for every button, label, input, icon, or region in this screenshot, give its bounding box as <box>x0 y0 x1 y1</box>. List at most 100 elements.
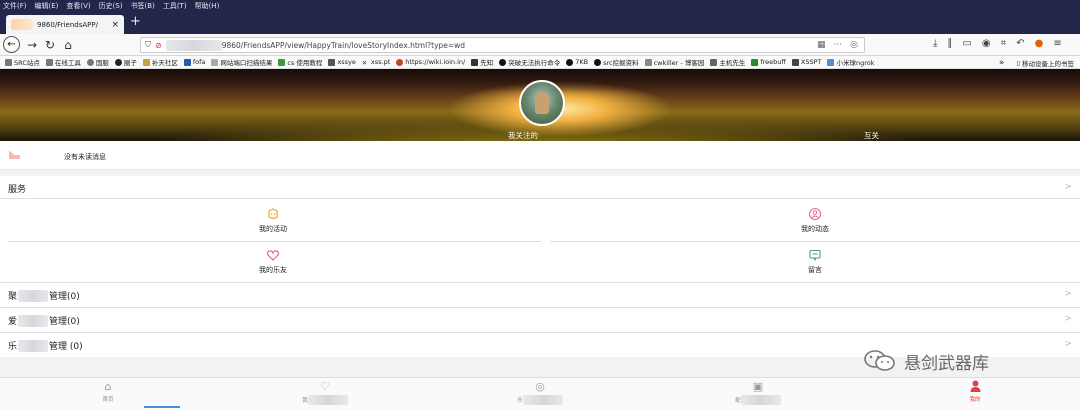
bookmark-item[interactable]: 国服 <box>86 57 109 67</box>
image-icon: ▣ <box>752 380 764 393</box>
home-icon: ⌂ <box>104 380 112 393</box>
user-icon <box>970 380 981 394</box>
avatar[interactable] <box>519 80 565 126</box>
menu-tools[interactable]: 工具(T) <box>163 1 187 11</box>
management-row-2[interactable]: 爱 管理(0) > <box>0 307 1080 332</box>
undo-icon[interactable]: ↶ <box>1016 38 1024 49</box>
reader-view-icon[interactable]: ◎ <box>850 40 858 50</box>
butian-icon <box>142 58 150 66</box>
back-icon[interactable]: ← <box>3 36 20 53</box>
fofa-icon <box>183 58 191 66</box>
management-label: 乐 管理 (0) <box>8 339 83 352</box>
bookmark-item[interactable]: 圈子 <box>114 57 137 67</box>
management-suffix: 管理 (0) <box>49 342 83 352</box>
browser-menubar: 文件(F) 编辑(E) 查看(V) 历史(S) 书签(B) 工具(T) 帮助(H… <box>0 0 1080 12</box>
github-icon <box>566 58 574 66</box>
menu-history[interactable]: 历史(S) <box>99 1 123 11</box>
menu-help[interactable]: 帮助(H) <box>195 1 220 11</box>
firefox-icon[interactable]: ● <box>1035 38 1044 49</box>
services-row[interactable]: 服务 > <box>0 176 1080 199</box>
chevron-right-icon: > <box>1064 314 1072 324</box>
qr-code-icon[interactable]: ▦ <box>817 40 826 50</box>
bottom-tab-label: 乐 <box>517 398 523 404</box>
bookmark-item[interactable]: 先知 <box>471 57 493 67</box>
bookmark-item[interactable]: 小米球ngrok <box>827 57 875 67</box>
mutual-label[interactable]: 互关 <box>864 130 879 141</box>
bookmark-item[interactable]: freebuff <box>751 58 786 66</box>
screenshot-icon[interactable]: ⌗ <box>1001 38 1007 49</box>
shield-icon: ⛉ <box>145 40 151 49</box>
bookmark-item[interactable]: ✕ xss.pt <box>362 58 390 67</box>
bottom-tab-love[interactable]: ♡ 我 <box>285 380 365 405</box>
bottom-tab-fun[interactable]: ◎ 乐 <box>500 380 580 405</box>
following-label[interactable]: 我关注的 <box>508 130 538 141</box>
bottom-tab-home[interactable]: ⌂ 首页 <box>68 380 148 403</box>
bookmark-item[interactable]: src挖掘资料 <box>594 57 639 67</box>
browser-tools: ⤓ ∥ ▭ ◉ ⌗ ↶ ● ≡ <box>933 38 1062 49</box>
heart-outline-icon: ♡ <box>320 380 330 393</box>
mobile-bookmarks[interactable]: ▯ 移动设备上的书签 <box>1016 58 1074 68</box>
bookmark-item[interactable]: 网站端口扫描结果 <box>211 57 272 67</box>
bookmark-item[interactable]: cwkiller - 博客园 <box>644 57 704 67</box>
bookmark-item[interactable]: 主机先生 <box>710 57 745 67</box>
bookmark-item[interactable]: cs 使用教程 <box>278 57 322 67</box>
menu-bookmarks[interactable]: 书签(B) <box>131 1 155 11</box>
account-icon[interactable]: ◉ <box>982 38 991 49</box>
menu-file[interactable]: 文件(F) <box>3 1 27 11</box>
management-label: 聚 管理(0) <box>8 289 80 302</box>
scroll-indicator <box>144 406 180 408</box>
folder-icon <box>5 58 12 66</box>
wechat-icon <box>862 348 898 374</box>
home-browser-icon[interactable]: ⌂ <box>59 38 77 52</box>
download-icon[interactable]: ⤓ <box>933 38 937 49</box>
bookmark-item[interactable]: XSSPT <box>791 58 821 66</box>
service-my-activity[interactable]: 我的活动 <box>8 200 538 241</box>
bookmark-item[interactable]: SRC站点 <box>5 57 40 67</box>
heart-icon <box>266 248 280 262</box>
bookmark-item[interactable]: 7KB <box>566 58 588 66</box>
forward-icon[interactable]: → <box>23 38 41 52</box>
url-bar[interactable]: ⛉ ⊘ 9860/FriendsAPP/view/HappyTrain/love… <box>140 37 865 53</box>
redacted-text <box>18 314 49 327</box>
management-row-1[interactable]: 聚 管理(0) > <box>0 282 1080 307</box>
bookmark-item[interactable]: xssye <box>328 58 356 66</box>
service-my-friends[interactable]: 我的乐友 <box>8 241 538 282</box>
bookmarks-overflow-icon[interactable]: » <box>999 58 1005 68</box>
management-suffix: 管理(0) <box>49 317 80 327</box>
management-prefix: 聚 <box>8 292 18 302</box>
bookmark-item[interactable]: 突破无法执行命令 <box>499 57 560 67</box>
service-message-board[interactable]: 留言 <box>550 241 1080 282</box>
menu-view[interactable]: 查看(V) <box>66 1 90 11</box>
profile-circle-icon <box>808 207 822 221</box>
browser-tab-active[interactable]: 9860/FriendsAPP/ × <box>6 15 124 34</box>
tab-title: 9860/FriendsAPP/ <box>37 20 98 29</box>
bookmark-item[interactable]: https://wiki.ioin.in/ <box>396 58 465 66</box>
bookmark-item[interactable]: 在线工具 <box>45 57 81 67</box>
circle-icon <box>114 58 122 66</box>
bottom-tab-label: 我的 <box>969 397 981 403</box>
management-suffix: 管理(0) <box>49 292 80 302</box>
tab-close-icon[interactable]: × <box>111 20 119 30</box>
insecure-icon: ⊘ <box>155 40 162 50</box>
library-icon[interactable]: ∥ <box>947 38 952 49</box>
xss-icon <box>328 58 336 66</box>
message-row[interactable]: 没有未读消息 <box>0 142 1080 170</box>
bookmark-item[interactable]: fofa <box>183 58 205 66</box>
menu-icon[interactable]: ≡ <box>1053 38 1061 49</box>
service-my-feed[interactable]: 我的动态 <box>550 200 1080 241</box>
bookmark-item[interactable]: 补天社区 <box>142 57 178 67</box>
sidebar-icon[interactable]: ▭ <box>962 38 971 49</box>
watermark-text: 悬剑武器库 <box>904 353 989 374</box>
reload-icon[interactable]: ↻ <box>41 38 59 52</box>
target-icon: ◎ <box>535 380 545 393</box>
phone-icon: ▯ <box>1016 58 1020 67</box>
mail-icon <box>9 151 27 159</box>
bottom-tab-match[interactable]: ▣ 配 <box>718 380 798 405</box>
management-prefix: 爱 <box>8 317 18 327</box>
more-actions-icon[interactable]: ··· <box>834 40 843 50</box>
menu-edit[interactable]: 编辑(E) <box>35 1 59 11</box>
bottom-tab-mine[interactable]: 我的 <box>935 380 1015 403</box>
management-prefix: 乐 <box>8 342 18 352</box>
url-text: 9860/FriendsAPP/view/HappyTrain/loveStor… <box>221 40 466 50</box>
new-tab-button[interactable]: + <box>130 14 141 29</box>
